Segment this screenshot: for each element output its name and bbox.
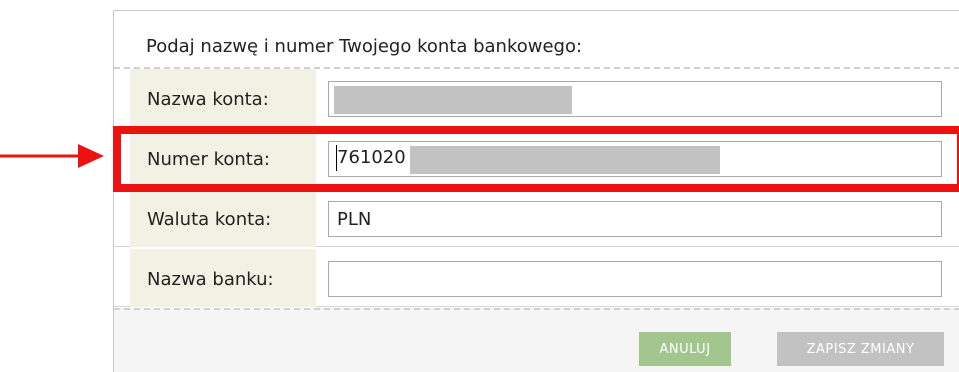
account-currency-input[interactable] (328, 201, 942, 237)
label-account-currency: Waluta konta: (130, 189, 316, 247)
right-arrow-icon (0, 144, 104, 168)
save-changes-button[interactable]: ZAPISZ ZMIANY (777, 332, 944, 366)
row-account-name: Nazwa konta: (114, 69, 959, 127)
row-bank-name: Nazwa banku: (114, 249, 959, 307)
bank-name-input[interactable] (328, 261, 942, 297)
screenshot-stage: Podaj nazwę i numer Twojego konta bankow… (0, 0, 959, 372)
account-number-value: 761020 (337, 147, 406, 168)
label-account-name: Nazwa konta: (130, 69, 316, 127)
redacted-account-number (410, 146, 720, 174)
row-account-number: Numer konta: 761020 (114, 129, 959, 187)
bank-account-form: Podaj nazwę i numer Twojego konta bankow… (113, 10, 959, 372)
label-account-number: Numer konta: (130, 129, 316, 187)
cancel-button[interactable]: ANULUJ (639, 332, 731, 366)
row-account-currency: Waluta konta: (114, 189, 959, 247)
redacted-account-name (334, 86, 572, 114)
form-title: Podaj nazwę i numer Twojego konta bankow… (114, 11, 959, 69)
form-footer: ANULUJ ZAPISZ ZMIANY (114, 308, 959, 372)
label-bank-name: Nazwa banku: (130, 249, 316, 307)
text-caret (336, 145, 337, 171)
